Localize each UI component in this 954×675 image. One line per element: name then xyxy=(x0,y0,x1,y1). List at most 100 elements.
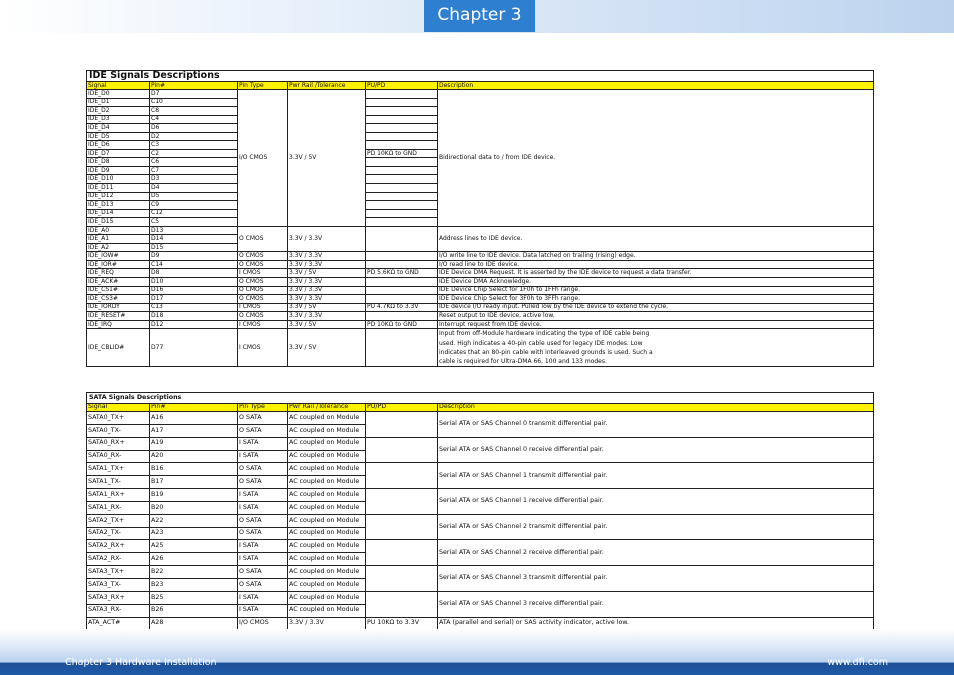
signal-cell: SATA0_RX- xyxy=(86,449,150,464)
pwr-rail-cell: AC coupled on Module xyxy=(287,603,366,618)
pupd-cell: PD 10KΩ to GND xyxy=(365,148,438,159)
pwr-rail-cell: 3.3V / 3.3V xyxy=(287,277,366,287)
description-cell: IDE Device Chip Select for 1F0h to 1FFh … xyxy=(437,285,874,296)
signal-cell: IDE_D11 xyxy=(86,183,150,193)
signal-cell: SATA2_TX+ xyxy=(86,513,150,528)
pin-type-cell: I SATA xyxy=(237,603,288,618)
signal-cell: SATA0_TX+ xyxy=(86,411,150,425)
pwr-rail-cell: 3.3V / 3.3V xyxy=(287,251,366,261)
table-row: IDE_REQ D8 I CMOS 3.3V / 5V PD 5.6KΩ to GND I… xyxy=(86,268,874,279)
pin-cell: B17 xyxy=(149,475,238,490)
signal-cell: IDE_CBLID# xyxy=(86,328,150,368)
col-header-signal: Signal xyxy=(86,81,150,90)
pwr-rail-cell: 3.3V / 3.3V xyxy=(287,259,366,270)
table-row: IDE_CBLID# D77 I CMOS 3.3V / 5V Input from o… xyxy=(86,328,874,368)
signal-cell: SATA1_RX+ xyxy=(86,488,150,502)
footer-chapter-title: Chapter 3 Hardware Installation xyxy=(65,657,217,668)
description-cell: Serial ATA or SAS Channel 3 transmit dif… xyxy=(437,565,874,592)
pin-type-cell: O CMOS xyxy=(237,311,288,321)
pupd-cell xyxy=(365,225,438,253)
table-row: Signal Pin# Pin Type Pwr Rail /Tolerance PU/… xyxy=(86,81,874,90)
signal-cell: SATA0_TX- xyxy=(86,423,150,438)
pin-type-cell: O SATA xyxy=(237,475,288,490)
pin-cell: D14 xyxy=(149,234,238,244)
pin-cell: C14 xyxy=(149,259,238,270)
pin-cell: B16 xyxy=(149,462,238,477)
pin-cell: B25 xyxy=(149,590,238,605)
description-cell: I/O read line to IDE device. xyxy=(437,259,874,270)
signal-cell: IDE_D14 xyxy=(86,208,150,219)
signal-cell: SATA0_RX+ xyxy=(86,436,150,451)
description-cell: IDE Device DMA Request. It is asserted b… xyxy=(437,268,874,279)
pwr-rail-cell: AC coupled on Module xyxy=(287,436,366,451)
pin-type-cell: I SATA xyxy=(237,552,288,567)
pin-cell: D3 xyxy=(149,174,238,184)
pin-type-cell: O SATA xyxy=(237,462,288,477)
pin-type-cell: O SATA xyxy=(237,513,288,528)
pin-cell: B22 xyxy=(149,565,238,579)
description-cell: Serial ATA or SAS Channel 1 receive diff… xyxy=(437,488,874,515)
pwr-rail-cell: AC coupled on Module xyxy=(287,577,366,592)
pupd-cell xyxy=(365,436,438,464)
pupd-cell: PD 10KΩ to GND xyxy=(365,319,438,330)
signal-cell: IDE_D10 xyxy=(86,174,150,184)
pwr-rail-cell: AC coupled on Module xyxy=(287,526,366,541)
signal-cell: IDE_CS1# xyxy=(86,285,150,296)
col-header-pwr-rail: Pwr Rail /Tolerance xyxy=(287,403,366,412)
pin-cell: B23 xyxy=(149,577,238,592)
pwr-rail-cell: 3.3V / 5V xyxy=(287,89,366,227)
pin-cell: D2 xyxy=(149,131,238,142)
signal-cell: SATA3_RX+ xyxy=(86,590,150,605)
pupd-cell xyxy=(365,328,438,368)
pin-cell: C4 xyxy=(149,114,238,125)
signal-cell: SATA1_RX- xyxy=(86,500,150,515)
pin-cell: B19 xyxy=(149,488,238,502)
signal-cell: SATA2_RX- xyxy=(86,552,150,567)
pupd-cell: PU 4.7KΩ to 3.3V xyxy=(365,302,438,313)
description-cell: IDE Device DMA Acknowledge. xyxy=(437,277,874,287)
pin-cell: D5 xyxy=(149,191,238,202)
pin-cell: C3 xyxy=(149,140,238,150)
signal-cell: IDE_D7 xyxy=(86,148,150,159)
signal-cell: IDE_D3 xyxy=(86,114,150,125)
description-line: used. High indicates a 40-pin cable used… xyxy=(439,339,643,347)
pupd-cell xyxy=(365,89,438,99)
pin-cell: C2 xyxy=(149,148,238,159)
pupd-cell xyxy=(365,294,438,304)
pin-cell: D4 xyxy=(149,183,238,193)
pin-cell: D77 xyxy=(149,328,238,368)
signal-cell: IDE_A0 xyxy=(86,225,150,236)
pwr-rail-cell: 3.3V / 3.3V xyxy=(287,225,366,253)
pin-cell: D18 xyxy=(149,311,238,321)
pin-type-cell: I CMOS xyxy=(237,302,288,313)
table-row: IDE_ACK# D10 O CMOS 3.3V / 3.3V IDE Device D… xyxy=(86,277,874,287)
pupd-cell xyxy=(365,285,438,296)
table-row: SATA0_RX+ A19 I SATA AC coupled on Module Se… xyxy=(86,436,874,464)
signal-cell: IDE_D13 xyxy=(86,200,150,210)
description-cell: Serial ATA or SAS Channel 1 transmit dif… xyxy=(437,462,874,490)
description-cell: ATA (parallel and serial) or SAS activit… xyxy=(437,616,874,631)
signal-cell: IDE_RESET# xyxy=(86,311,150,321)
pupd-cell xyxy=(365,411,438,438)
signal-cell: IDE_ACK# xyxy=(86,277,150,287)
signal-cell: IDE_D5 xyxy=(86,131,150,142)
pin-type-cell: I CMOS xyxy=(237,319,288,330)
pin-cell: B26 xyxy=(149,603,238,618)
signal-cell: IDE_D6 xyxy=(86,140,150,150)
pwr-rail-cell: AC coupled on Module xyxy=(287,462,366,477)
col-header-description: Description xyxy=(437,81,874,90)
pin-type-cell: I CMOS xyxy=(237,328,288,368)
pupd-cell xyxy=(365,174,438,184)
signal-cell: IDE_D1 xyxy=(86,97,150,108)
pin-cell: A23 xyxy=(149,526,238,541)
pin-cell: C7 xyxy=(149,165,238,176)
pin-cell: B20 xyxy=(149,500,238,515)
table-row: IDE_IOW# D9 O CMOS 3.3V / 3.3V I/O write lin… xyxy=(86,251,874,261)
col-header-description: Description xyxy=(437,403,874,412)
signal-cell: IDE_IRQ xyxy=(86,319,150,330)
table-row: IDE_IORDY C13 I CMOS 3.3V / 5V PU 4.7KΩ to 3… xyxy=(86,302,874,313)
pin-cell: D6 xyxy=(149,123,238,133)
pupd-cell xyxy=(365,251,438,261)
pin-cell: C13 xyxy=(149,302,238,313)
pin-type-cell: I SATA xyxy=(237,449,288,464)
